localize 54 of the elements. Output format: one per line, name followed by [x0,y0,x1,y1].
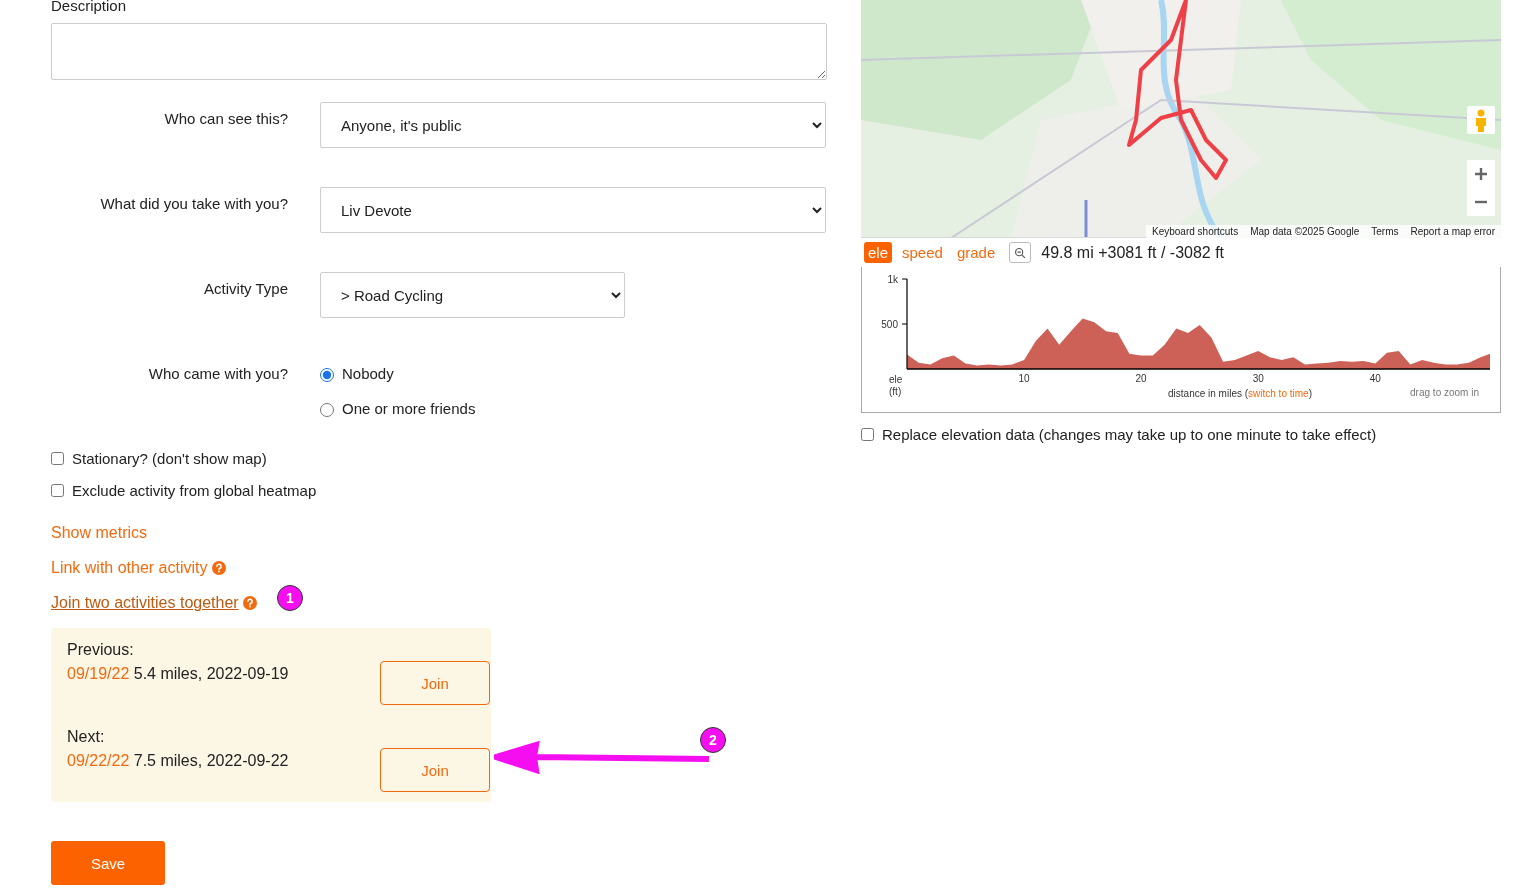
dropdown-select[interactable]: > Road Cycling [320,272,625,318]
save-button[interactable]: Save [51,841,165,885]
checkbox-label: Exclude activity from global heatmap [72,482,317,499]
help-icon[interactable] [242,596,257,610]
profile-tab[interactable]: grade [952,242,1000,263]
panel-heading: Previous: [67,640,135,660]
zoom-out-icon[interactable] [1009,242,1032,263]
attribution-link[interactable]: Map data ©2025 Google [1244,225,1366,238]
attribution-link[interactable]: Report a map error [1404,225,1501,238]
tick-label: 20 [1135,373,1147,384]
field-label: Description [51,0,128,15]
checkbox[interactable] [51,484,64,497]
axis-label: ele (ft) [889,374,903,397]
date-link[interactable]: 09/22/22 [67,752,130,769]
description-field[interactable] [51,23,827,80]
tick-label: 40 [1369,373,1381,384]
tick-label: 30 [1252,373,1264,384]
join-button[interactable]: Join [380,661,490,705]
link[interactable]: Join two activities together [51,594,239,612]
radio-label: One or more friends [342,400,476,417]
checkbox-label: Stationary? (don't show map) [72,450,267,467]
axis-label: distance in miles (switch to time) [1168,388,1312,399]
tick-label: 1k [887,274,898,285]
annotation-badge: 1 [277,585,303,611]
dropdown-select[interactable]: Anyone, it's public [320,102,826,148]
activity-detail: 7.5 miles, 2022-09-22 [132,752,289,769]
chart-hint: drag to zoom in [1410,387,1479,398]
attribution-link[interactable]: Keyboard shortcuts [1146,225,1245,238]
radio-button[interactable] [320,367,334,382]
link[interactable]: Link with other activity [51,559,208,577]
tick-label: 500 [881,319,898,330]
tick-label: 10 [1018,373,1030,384]
annotation-badge: 2 [700,727,726,753]
help-icon[interactable] [211,561,226,575]
checkbox[interactable] [861,428,874,441]
dropdown-select[interactable]: Liv Devote [320,187,826,233]
checkbox[interactable] [51,452,64,465]
field-label: Activity Type [204,280,288,297]
activity-detail: 5.4 miles, 2022-09-19 [132,665,289,682]
radio-label: Nobody [342,365,394,382]
radio-button[interactable] [320,402,334,417]
join-button[interactable]: Join [380,748,490,792]
attribution-link[interactable]: Terms [1365,225,1405,238]
plus-icon [1473,166,1489,182]
panel-heading: Next: [67,727,106,747]
profile-summary: 49.8 mi +3081 ft / -3082 ft [1041,243,1225,262]
date-link[interactable]: 09/19/22 [67,665,130,682]
field-label: What did you take with you? [100,195,288,212]
field-label: Who can see this? [164,110,288,127]
link[interactable]: Show metrics [51,524,148,542]
checkbox-label: Replace elevation data (changes may take up to one minute to take effect) [882,426,1377,443]
profile-tab[interactable]: ele [864,242,893,263]
field-label: Who came with you? [148,365,288,382]
profile-tab[interactable]: speed [898,242,947,263]
